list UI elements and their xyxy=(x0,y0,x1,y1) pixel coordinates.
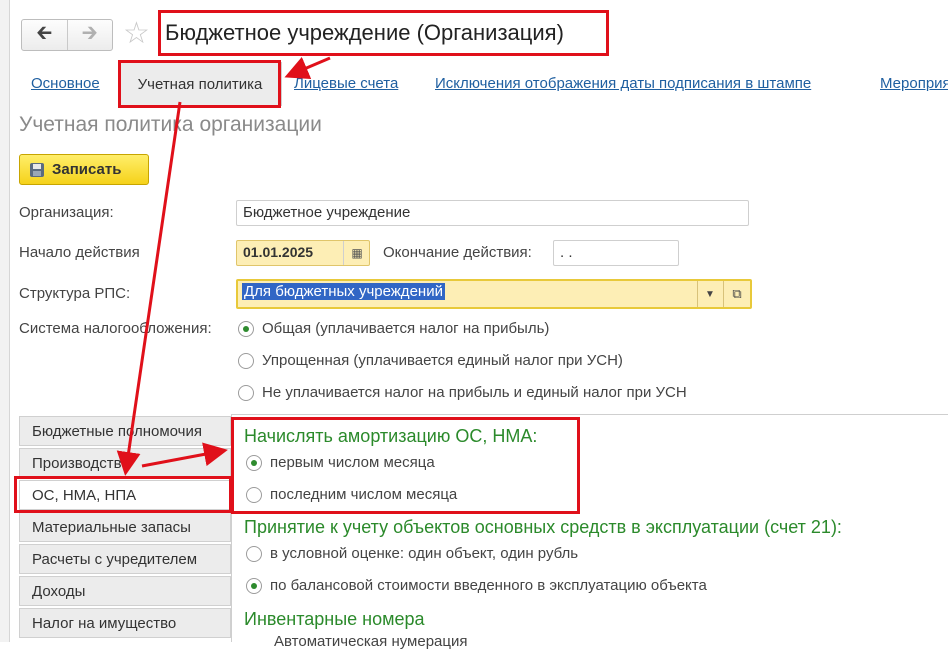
arrow-to-depreciation xyxy=(141,442,228,468)
arrow-to-section xyxy=(116,101,182,476)
annotation-arrows xyxy=(116,56,331,476)
arrow-to-tab xyxy=(284,56,331,80)
